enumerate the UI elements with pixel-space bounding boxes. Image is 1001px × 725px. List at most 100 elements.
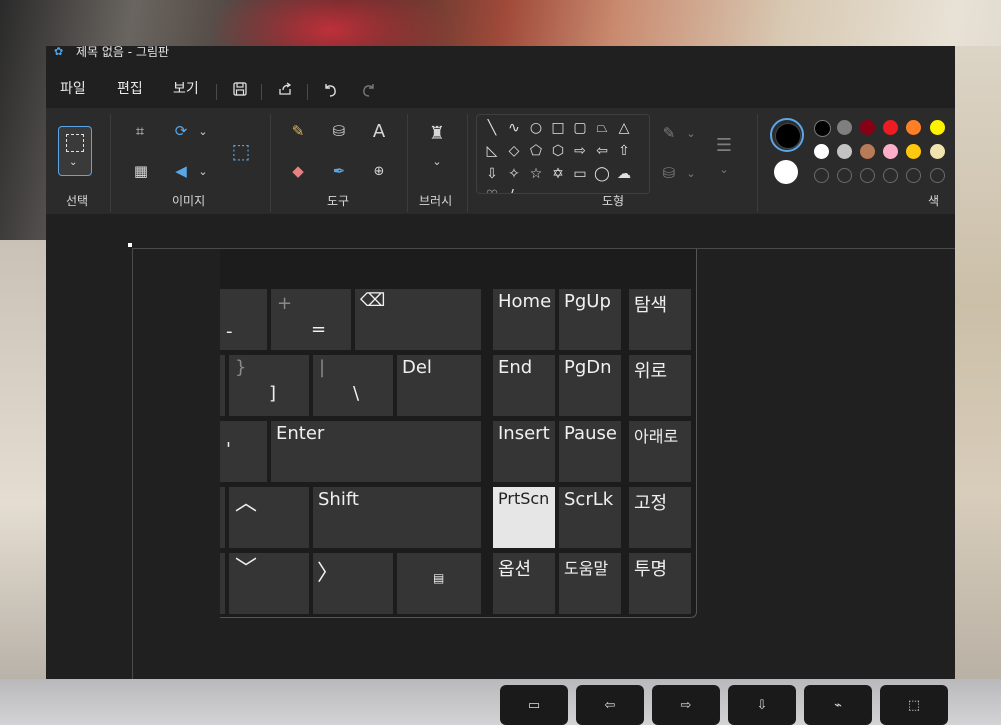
custom-color-slot[interactable] [930,168,945,183]
line-size-icon[interactable]: ☰ [713,134,735,156]
key-label: Home [498,291,552,312]
chevron-down-icon[interactable]: ⌄ [426,150,448,172]
chevron-down-icon[interactable]: ⌄ [192,160,214,182]
menu-bar: 파일 편집 보기 [46,70,955,106]
laptop-key: ⌁ [804,685,872,725]
callout-cloud-shape-icon[interactable]: ☁ [615,165,633,183]
fill-icon[interactable]: ⛁ [328,120,350,142]
polygon-shape-icon[interactable]: ⏢ [593,119,611,137]
undo-icon[interactable] [317,76,343,102]
key-backslash: | \ [313,355,393,416]
arrow-right-shape-icon[interactable]: ⇨ [571,142,589,160]
magnifier-icon[interactable]: ⊕ [368,160,390,182]
image-select-icon[interactable]: ⬚ [230,139,252,163]
key-label: ScrLk [564,489,614,510]
menu-divider [307,84,308,100]
menu-file[interactable]: 파일 [60,78,86,98]
callout-rect-shape-icon[interactable]: ▭ [571,165,589,183]
arrow-down-icon: ﹀ [235,557,258,582]
color-swatch-light-yellow[interactable] [930,144,945,159]
color-swatch-yellow[interactable] [930,120,945,135]
custom-color-slot[interactable] [814,168,829,183]
key-label: Enter [276,423,325,444]
color-swatch-gray[interactable] [837,120,852,135]
text-icon[interactable]: A [368,120,390,142]
custom-color-slot[interactable] [860,168,875,183]
color-swatch-white[interactable] [814,144,829,159]
arrow-up-shape-icon[interactable]: ⇧ [615,142,633,160]
chevron-down-icon[interactable]: ⌄ [680,162,702,184]
photo-background-right [955,46,1001,686]
select-tool-button[interactable]: ⌄ [58,126,92,176]
outline-icon[interactable]: ✎ [658,122,680,144]
chevron-down-icon[interactable]: ⌄ [713,158,735,180]
line-shape-icon[interactable]: ╲ [483,119,501,137]
canvas-resize-handle[interactable] [128,243,132,247]
eraser-icon[interactable]: ◆ [287,160,309,182]
color-swatch-brown[interactable] [860,144,875,159]
oval-shape-icon[interactable]: ○ [527,119,545,137]
custom-color-slot[interactable] [906,168,921,183]
hexagon-shape-icon[interactable]: ⬡ [549,142,567,160]
curve-shape-icon[interactable]: ∿ [505,119,523,137]
group-label-select: 선택 [66,194,89,208]
star6-shape-icon[interactable]: ✡ [549,165,567,183]
key-label: 고정 [634,493,668,514]
pentagon-shape-icon[interactable]: ⬠ [527,142,545,160]
chevron-down-icon[interactable]: ⌄ [192,120,214,142]
rotate-icon[interactable]: ⟳ [170,120,192,142]
custom-color-slot[interactable] [883,168,898,183]
key-label-shift: + [277,293,293,314]
redo-icon[interactable] [356,76,382,102]
key-pin: 고정 [629,487,691,548]
arrow-up-icon: ︿ [235,491,258,516]
color-swatch-dark-red[interactable] [860,120,875,135]
key-label: 탐색 [634,295,668,316]
color-swatch-light-gray[interactable] [837,144,852,159]
star5-shape-icon[interactable]: ☆ [527,165,545,183]
key-menu: ▤ [397,553,481,614]
resize-icon[interactable]: ▦ [130,160,152,182]
key-label: 도움말 [564,559,609,578]
color-swatch-orange[interactable] [906,120,921,135]
shape-fill-icon[interactable]: ⛁ [658,162,680,184]
selection-icon [66,134,84,152]
key-partial [220,355,225,416]
save-icon[interactable] [227,76,253,102]
rectangle-shape-icon[interactable]: □ [549,119,567,137]
crop-icon[interactable]: ⌗ [129,120,151,142]
lightning-shape-icon[interactable]: ϟ [505,187,523,193]
share-icon[interactable] [272,76,298,102]
color-swatch-red[interactable] [883,120,898,135]
chevron-down-icon[interactable]: ⌄ [680,122,702,144]
heart-shape-icon[interactable]: ♡ [483,187,501,193]
triangle-shape-icon[interactable]: △ [615,119,633,137]
key-end: End [493,355,555,416]
menu-edit[interactable]: 편집 [117,78,143,98]
backspace-icon: ⌫ [360,290,386,311]
color-swatch-gold[interactable] [906,144,921,159]
right-triangle-shape-icon[interactable]: ◺ [483,142,501,160]
menu-view[interactable]: 보기 [173,78,199,98]
star4-shape-icon[interactable]: ✧ [505,165,523,183]
flip-icon[interactable]: ◀ [170,160,192,182]
color-swatch-black[interactable] [814,120,831,137]
key-label: ] [269,383,277,404]
primary-color-ring[interactable] [770,118,804,152]
callout-oval-shape-icon[interactable]: ◯ [593,165,611,183]
brush-icon[interactable]: ♜ [426,122,448,144]
color-picker-icon[interactable]: ✒ [328,160,350,182]
diamond-shape-icon[interactable]: ◇ [505,142,523,160]
chevron-down-icon[interactable]: ⌄ [69,157,77,168]
key-insert: Insert [493,421,555,482]
group-label-brush: 브러시 [419,194,453,208]
custom-color-slot[interactable] [837,168,852,183]
arrow-left-shape-icon[interactable]: ⇦ [593,142,611,160]
color-swatch-pink[interactable] [883,144,898,159]
arrow-down-shape-icon[interactable]: ⇩ [483,165,501,183]
secondary-color-swatch[interactable] [774,160,798,184]
laptop-key: ⬚ [880,685,948,725]
key-enter: Enter [271,421,481,482]
rounded-rectangle-shape-icon[interactable]: ▢ [571,119,589,137]
pencil-icon[interactable]: ✎ [287,120,309,142]
